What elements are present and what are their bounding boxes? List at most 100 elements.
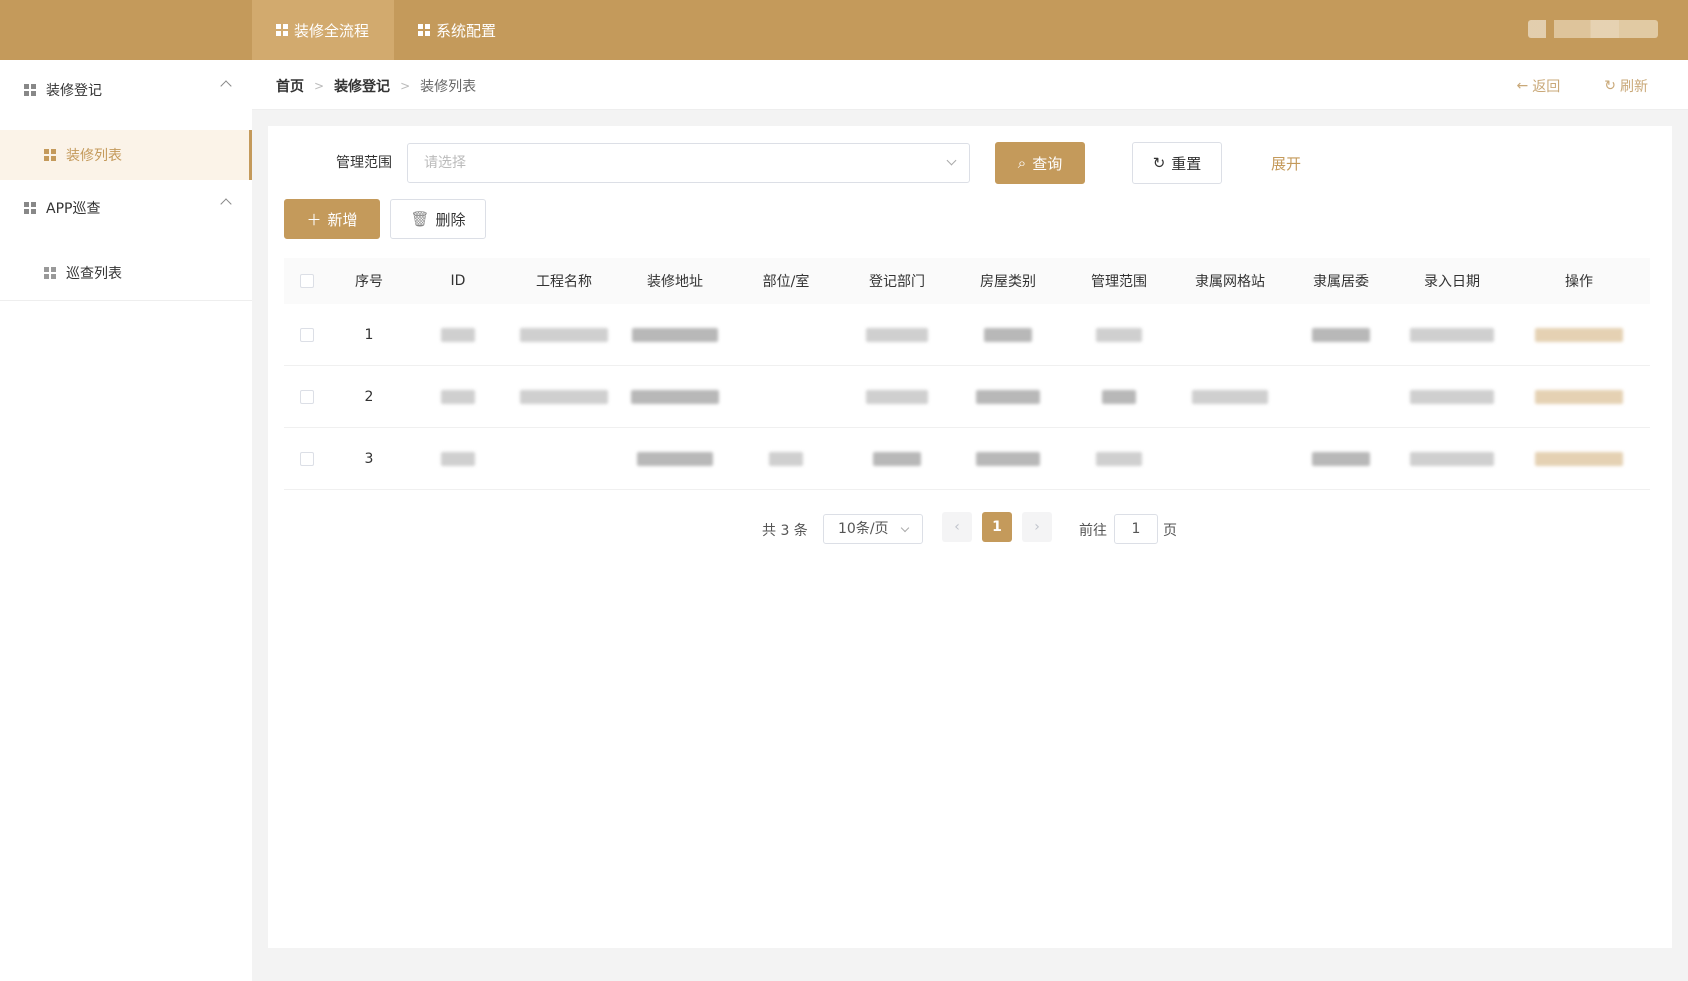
row-index: 2 [364,388,374,405]
select-placeholder: 请选择 [424,155,466,171]
sidebar-group-label: 装修登记 [46,83,102,99]
sidebar-divider [0,300,252,301]
top-tab-label: 系统配置 [436,21,497,40]
expand-button[interactable]: 展开 [1262,142,1310,184]
goto-suffix: 页 [1163,523,1177,539]
breadcrumb-current: 装修列表 [420,79,477,95]
grid-icon [418,24,430,36]
table-row[interactable]: 2 [284,366,1650,428]
add-button[interactable]: ＋ 新增 [284,199,380,239]
sidebar-item-renovation-list[interactable]: 装修列表 [0,130,252,180]
table-header-cell: 装修地址 [647,274,703,290]
arrow-left-icon: ← [1516,78,1529,94]
blurred-cell [842,389,952,405]
top-tab-renovation-process[interactable]: 装修全流程 [252,0,394,60]
blurred-cell [1286,327,1396,343]
breadcrumb-separator-icon: > [314,79,325,93]
plus-icon: ＋ [306,210,322,229]
expand-label: 展开 [1270,154,1301,173]
table-header-cell: 房屋类别 [980,274,1036,290]
grid-icon [44,149,56,161]
breadcrumb-renovation-register[interactable]: 装修登记 [334,76,390,96]
row-checkbox[interactable] [300,327,314,342]
row-select[interactable] [284,451,330,467]
row-select[interactable] [284,327,330,343]
top-tab-label: 装修全流程 [294,21,370,40]
chevron-down-icon [900,523,910,533]
trash-icon: 🗑 [410,210,430,228]
user-info-blurred[interactable] [1528,20,1658,38]
row-index: 1 [364,326,374,343]
prev-page-button[interactable]: ‹ [942,512,972,542]
row-checkbox[interactable] [300,451,314,466]
delete-button[interactable]: 🗑 删除 [390,199,486,239]
table-row[interactable]: 3 [284,428,1650,490]
breadcrumb-bar: 首页 > 装修登记 > 装修列表 ← 返回 ↻ 刷新 [252,60,1688,110]
blurred-cell [952,327,1064,343]
blurred-cell [1064,389,1174,405]
sidebar-item-label: 装修列表 [66,148,122,164]
blurred-cell [842,451,952,467]
back-button[interactable]: ← 返回 [1517,76,1561,96]
row-checkbox[interactable] [300,389,314,404]
blurred-cell [1396,451,1508,467]
breadcrumb-home[interactable]: 首页 [276,76,304,96]
table-header-cell: 管理范围 [1091,274,1147,290]
row-actions[interactable] [1508,327,1650,343]
grid-icon [276,24,288,36]
chevron-down-icon [946,155,957,166]
page-number-button[interactable]: 1 [982,512,1012,542]
refresh-icon: ↻ [1604,78,1616,94]
table-row[interactable]: 1 [284,304,1650,366]
blurred-cell [730,451,842,467]
select-all-checkbox[interactable] [300,274,314,288]
management-scope-label: 管理范围 [336,155,392,171]
table-header-cell: 序号 [355,274,383,290]
management-scope-select[interactable]: 请选择 [407,143,970,183]
breadcrumb: 首页 > 装修登记 > 装修列表 [276,76,476,96]
blurred-cell [842,327,952,343]
table-header-cell: 录入日期 [1424,274,1480,290]
blurred-cell [408,451,508,467]
blurred-cell [508,389,620,405]
chevron-up-icon [220,80,232,92]
sidebar-group-renovation-register[interactable]: 装修登记 [0,60,252,120]
table-header-cell: 隶属居委 [1313,274,1369,290]
table-header-cell: 操作 [1565,274,1593,290]
top-tab-system-config[interactable]: 系统配置 [394,0,524,60]
refresh-icon: ↻ [1152,154,1166,172]
page-size-select[interactable]: 10条/页 [823,514,923,544]
blurred-cell [408,327,508,343]
breadcrumb-separator-icon: > [400,79,411,93]
sidebar-item-label: 巡查列表 [66,266,122,282]
chevron-up-icon [220,198,232,210]
page-size-value: 10条/页 [838,521,889,537]
reset-label: 重置 [1171,154,1202,173]
goto-page-input[interactable]: 1 [1114,514,1158,544]
add-label: 新增 [327,210,358,229]
sidebar-group-app-patrol[interactable]: APP巡查 [0,178,252,238]
row-index: 3 [364,450,374,467]
table-header-cell: 登记部门 [869,274,925,290]
blurred-cell [1174,389,1286,405]
row-actions[interactable] [1508,389,1650,405]
breadcrumb-actions: ← 返回 ↻ 刷新 [1517,76,1648,96]
pagination: 共 3 条 10条/页 ‹ 1 › 前往 1 页 [0,512,1688,544]
sidebar-item-patrol-list[interactable]: 巡查列表 [0,248,252,298]
grid-icon [24,84,36,96]
search-icon: ⌕ [1017,154,1027,172]
query-button[interactable]: ⌕ 查询 [995,142,1085,184]
header-select-all[interactable] [284,273,330,289]
table-header-cell: ID [450,273,466,289]
top-navigation-bar: 装修全流程 系统配置 [0,0,1688,60]
row-select[interactable] [284,389,330,405]
chevron-left-icon: ‹ [954,519,960,535]
reset-button[interactable]: ↻ 重置 [1132,142,1222,184]
total-count: 共 3 条 [762,523,808,539]
blurred-cell [1064,327,1174,343]
query-label: 查询 [1032,154,1063,173]
refresh-button[interactable]: ↻ 刷新 [1604,76,1648,96]
next-page-button[interactable]: › [1022,512,1052,542]
blurred-cell [1396,389,1508,405]
row-actions[interactable] [1508,451,1650,467]
